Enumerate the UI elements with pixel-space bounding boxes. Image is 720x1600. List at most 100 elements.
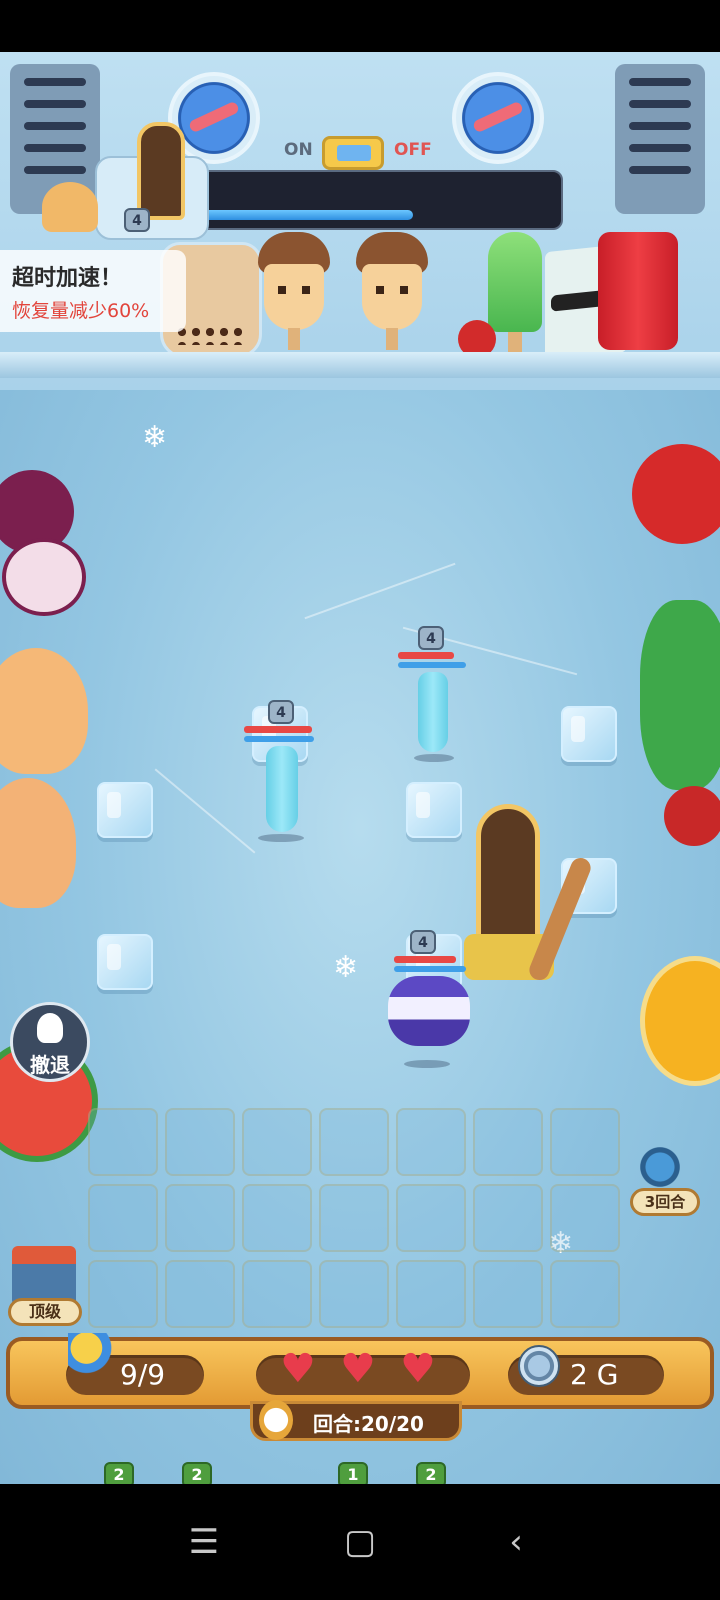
round-label: 回合:20/20 xyxy=(313,1412,424,1436)
grid-cell[interactable] xyxy=(550,1108,620,1176)
grid-cell[interactable] xyxy=(396,1260,466,1328)
grid-cell[interactable] xyxy=(242,1108,312,1176)
grid-cell[interactable] xyxy=(165,1108,235,1176)
switch-off-label: OFF xyxy=(394,140,432,160)
player-chocolate-bar[interactable] xyxy=(458,804,618,1000)
ice-cube-obstacle xyxy=(97,934,153,990)
unit-mana-bar xyxy=(394,966,466,972)
game-screen: ON OFF 4 超时加速！ 恢复量减少60% ❄ ❄ ❄ 4 4 4 撤退 3… xyxy=(0,0,720,1600)
grid-cell[interactable] xyxy=(88,1184,158,1252)
grid-cell[interactable] xyxy=(319,1184,389,1252)
lemon-slice-icon xyxy=(640,956,720,1086)
coin-icon xyxy=(518,1345,560,1387)
lives-pill: ♥ ♥ ♥ xyxy=(256,1349,470,1395)
heart-icon: ♥ xyxy=(280,1346,316,1392)
unit-level-badge: 4 xyxy=(268,700,294,724)
fridge-shelf xyxy=(0,352,720,378)
switch-on-label: ON xyxy=(284,140,313,160)
unit-level-badge: 4 xyxy=(418,626,444,650)
unit-mana-bar xyxy=(398,662,466,668)
ice-crack xyxy=(304,562,456,620)
navigation-bar: ☰ ▢ ‹ xyxy=(0,1484,720,1600)
enemy-cyan-bottle[interactable]: 4 xyxy=(242,700,322,846)
home-icon[interactable]: ▢ xyxy=(330,1512,390,1572)
population-icon xyxy=(68,1333,114,1383)
back-icon[interactable]: ‹ xyxy=(486,1512,546,1572)
grid-cell[interactable] xyxy=(396,1108,466,1176)
boss-level-badge: 4 xyxy=(124,208,150,232)
boss-health-fill xyxy=(199,210,413,220)
mangosteen-half-icon xyxy=(2,538,86,616)
enemy-cyan-bottle[interactable]: 4 xyxy=(396,626,472,766)
grid-cell[interactable] xyxy=(473,1184,543,1252)
retreat-button[interactable]: 撤退 xyxy=(10,1002,90,1082)
snowflake-icon: ❄ xyxy=(333,950,359,985)
gold-amount: 2 G xyxy=(570,1358,619,1391)
grid-cell[interactable] xyxy=(473,1260,543,1328)
grid-cell[interactable] xyxy=(88,1108,158,1176)
unit-hp-bar xyxy=(394,956,456,963)
grid-cell[interactable] xyxy=(88,1260,158,1328)
shop-tier-label[interactable]: 顶级 xyxy=(8,1298,82,1326)
switch-toggle-icon xyxy=(322,136,384,170)
vent-right xyxy=(615,64,705,214)
grid-cell[interactable] xyxy=(165,1184,235,1252)
unit-mana-bar xyxy=(244,736,314,742)
green-popsicle-item xyxy=(488,232,542,352)
fridge-panel: ON OFF 4 超时加速！ 恢复量减少60% xyxy=(0,52,720,390)
bun-face-icon xyxy=(0,778,76,908)
player-purple-macaron[interactable]: 4 xyxy=(380,930,480,1070)
grid-cell[interactable] xyxy=(473,1108,543,1176)
cyan-bottle-sprite xyxy=(418,672,448,752)
retreat-label: 撤退 xyxy=(30,1053,70,1077)
ice-cream-cone-item xyxy=(258,232,330,350)
round-counter: 回合:20/20 xyxy=(250,1400,462,1441)
boss-portrait xyxy=(95,122,209,240)
cherry-icon xyxy=(632,444,720,544)
ice-cream-cone-item xyxy=(356,232,428,350)
grid-cell[interactable] xyxy=(550,1260,620,1328)
cyan-bottle-sprite xyxy=(266,746,298,832)
population-count: 9/9 xyxy=(120,1358,166,1391)
alert-subtitle: 恢复量减少60% xyxy=(12,300,150,322)
grid-cell[interactable] xyxy=(319,1108,389,1176)
unit-level-badge: 4 xyxy=(410,930,436,954)
ice-cube-obstacle xyxy=(97,782,153,838)
grid-cell[interactable] xyxy=(242,1260,312,1328)
stopwatch-icon xyxy=(259,1400,293,1440)
unit-shadow xyxy=(414,754,454,762)
soda-can-item xyxy=(598,232,678,350)
green-pepper-icon xyxy=(640,600,720,790)
thermostat-dial-right xyxy=(452,72,544,164)
chocolate-bar-sprite xyxy=(476,804,540,954)
ice-cube-obstacle xyxy=(561,706,617,762)
unit-shadow xyxy=(404,1060,450,1068)
chocolate-bar-boss-icon xyxy=(137,122,185,220)
muffin-icon xyxy=(42,182,98,232)
grid-cell[interactable] xyxy=(165,1260,235,1328)
hourglass-icon[interactable] xyxy=(630,1140,690,1194)
ice-cube-obstacle xyxy=(406,782,462,838)
shop-icon[interactable] xyxy=(12,1246,76,1306)
unit-hp-bar xyxy=(244,726,312,733)
rounds-left-badge[interactable]: 3回合 xyxy=(630,1188,700,1216)
grid-cell[interactable] xyxy=(319,1260,389,1328)
heart-icon: ♥ xyxy=(340,1346,376,1392)
alert-title: 超时加速！ xyxy=(12,266,123,291)
cherry-icon xyxy=(664,786,720,846)
grid-cell[interactable] xyxy=(396,1184,466,1252)
heart-icon: ♥ xyxy=(400,1346,436,1392)
macaron-sprite xyxy=(388,976,470,1046)
ice-crack xyxy=(154,768,256,854)
bun-face-icon xyxy=(0,648,88,774)
battle-arena: ❄ ❄ ❄ 4 4 4 撤退 3回合 顶级 xyxy=(0,390,720,1484)
unit-hp-bar xyxy=(398,652,454,659)
overtime-alert: 超时加速！ 恢复量减少60% xyxy=(0,250,186,332)
unit-shadow xyxy=(258,834,304,842)
grid-cell[interactable] xyxy=(550,1184,620,1252)
grid-cell[interactable] xyxy=(242,1184,312,1252)
status-bar xyxy=(0,0,720,52)
menu-icon[interactable]: ☰ xyxy=(174,1512,234,1572)
snowflake-icon: ❄ xyxy=(142,420,168,455)
resource-bar: 9/9 ♥ ♥ ♥ 2 G xyxy=(6,1333,714,1409)
